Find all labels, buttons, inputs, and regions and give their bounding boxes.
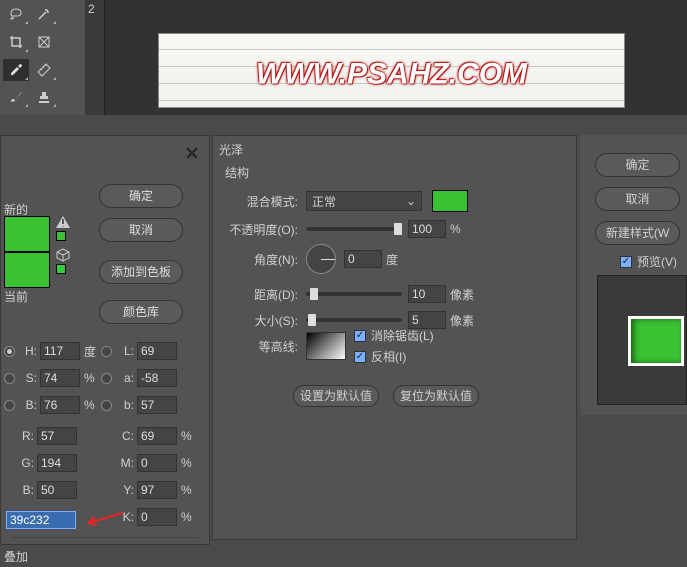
magic-wand-tool[interactable] bbox=[31, 3, 57, 25]
s-row: S: % bbox=[4, 368, 95, 388]
stamp-tool[interactable] bbox=[31, 86, 57, 108]
current-color-label: 当前 bbox=[4, 288, 28, 305]
b-hsb-input[interactable] bbox=[40, 396, 80, 414]
b-rgb-input[interactable] bbox=[37, 481, 77, 499]
preview-area bbox=[597, 275, 687, 405]
add-swatch-button[interactable]: 添加到色板 bbox=[99, 260, 183, 284]
antialias-checkbox[interactable] bbox=[354, 330, 366, 342]
c-row: C: % bbox=[116, 426, 192, 446]
m-row: M: % bbox=[116, 453, 192, 473]
blend-mode-select[interactable]: 正常 ⌄ bbox=[306, 191, 422, 211]
tool-panel bbox=[0, 0, 85, 115]
eyedropper-tool[interactable] bbox=[3, 59, 29, 81]
l-input[interactable] bbox=[137, 342, 177, 360]
vertical-ruler: 2 bbox=[85, 0, 105, 115]
g-row: G: bbox=[4, 453, 77, 473]
distance-input[interactable] bbox=[408, 285, 446, 303]
distance-slider[interactable] bbox=[306, 292, 402, 296]
color-library-button[interactable]: 颜色库 bbox=[99, 300, 183, 324]
chevron-down-icon: ⌄ bbox=[406, 194, 416, 208]
h-radio[interactable] bbox=[4, 346, 15, 357]
b-hsb-radio[interactable] bbox=[4, 400, 15, 411]
annotation-arrow bbox=[83, 511, 123, 527]
s-radio[interactable] bbox=[4, 373, 15, 384]
section-label: 结构 bbox=[225, 164, 249, 181]
b-hsb-row: B: % bbox=[4, 395, 95, 415]
s-input[interactable] bbox=[40, 369, 80, 387]
h-input[interactable] bbox=[40, 342, 80, 360]
lab-b-row: b: bbox=[101, 395, 177, 415]
reset-default-button[interactable]: 复位为默认值 bbox=[393, 385, 479, 407]
r-row: R: bbox=[4, 426, 77, 446]
gamut-swatch[interactable] bbox=[56, 231, 66, 241]
cancel-button[interactable]: 取消 bbox=[99, 218, 183, 242]
satin-color-swatch[interactable] bbox=[432, 190, 468, 212]
opacity-slider[interactable] bbox=[306, 227, 402, 231]
g-input[interactable] bbox=[37, 454, 77, 472]
lab-b-input[interactable] bbox=[137, 396, 177, 414]
lab-b-radio[interactable] bbox=[101, 400, 112, 411]
brush-tool[interactable] bbox=[3, 86, 29, 108]
workspace: 2 WWW.PSAHZ.COM bbox=[0, 0, 687, 115]
size-slider[interactable] bbox=[306, 318, 402, 322]
a-radio[interactable] bbox=[101, 373, 112, 384]
l-radio[interactable] bbox=[101, 346, 112, 357]
a-row: a: bbox=[101, 368, 177, 388]
invert-checkbox[interactable] bbox=[354, 351, 366, 363]
close-icon[interactable] bbox=[185, 146, 199, 160]
y-row: Y: % bbox=[116, 480, 192, 500]
frame-tool[interactable] bbox=[31, 31, 57, 53]
m-input[interactable] bbox=[137, 454, 177, 472]
panel-title: 光泽 bbox=[219, 141, 243, 158]
preview-checkbox[interactable] bbox=[620, 256, 632, 268]
opacity-input[interactable] bbox=[408, 220, 446, 238]
color-picker-dialog: 确定 取消 添加到色板 颜色库 新的 当前 H: 度 S: % B: % L: … bbox=[0, 135, 210, 545]
angle-dial[interactable] bbox=[306, 244, 336, 274]
crop-tool[interactable] bbox=[3, 31, 29, 53]
current-color-swatch[interactable] bbox=[4, 252, 50, 288]
watermark-text: WWW.PSAHZ.COM bbox=[256, 57, 527, 91]
angle-input[interactable] bbox=[344, 250, 382, 268]
k-input[interactable] bbox=[137, 508, 177, 526]
make-default-button[interactable]: 设置为默认值 bbox=[293, 385, 379, 407]
b-rgb-row: B: bbox=[4, 480, 77, 500]
canvas-area: WWW.PSAHZ.COM bbox=[105, 0, 687, 115]
contour-picker[interactable] bbox=[306, 332, 346, 360]
right-panel: 确定 取消 新建样式(W 预览(V) bbox=[580, 135, 687, 415]
layer-style-panel: 光泽 结构 混合模式: 正常 ⌄ 不透明度(O): % 角度(N): 度 距离(… bbox=[212, 135, 577, 540]
ruler-tool[interactable] bbox=[31, 59, 57, 81]
preview-thumbnail bbox=[628, 316, 684, 366]
hex-input[interactable] bbox=[6, 511, 76, 529]
y-input[interactable] bbox=[137, 481, 177, 499]
c-input[interactable] bbox=[137, 427, 177, 445]
websafe-icon[interactable] bbox=[56, 248, 70, 262]
k-row: K: % bbox=[116, 507, 192, 527]
ok-button[interactable]: 确定 bbox=[99, 184, 183, 208]
overlay-label: 叠加 bbox=[4, 548, 28, 565]
dialog-ok-button[interactable]: 确定 bbox=[595, 153, 680, 177]
a-input[interactable] bbox=[137, 369, 177, 387]
dialog-cancel-button[interactable]: 取消 bbox=[595, 187, 680, 211]
websafe-swatch[interactable] bbox=[56, 264, 66, 274]
new-color-swatch[interactable] bbox=[4, 216, 50, 252]
canvas-document[interactable]: WWW.PSAHZ.COM bbox=[158, 33, 625, 108]
gamut-warning-icon[interactable] bbox=[56, 216, 70, 228]
lasso-tool[interactable] bbox=[3, 3, 29, 25]
l-row: L: bbox=[101, 341, 177, 361]
r-input[interactable] bbox=[37, 427, 77, 445]
h-row: H: 度 bbox=[4, 341, 96, 361]
new-style-button[interactable]: 新建样式(W bbox=[595, 221, 680, 245]
